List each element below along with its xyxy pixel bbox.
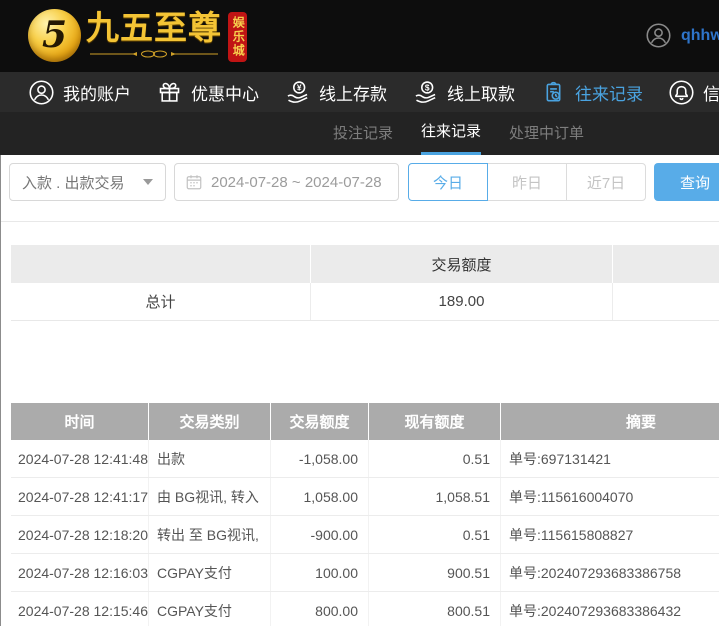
tab-transaction-records[interactable]: 往来记录	[421, 112, 481, 155]
logo-text: 九五至尊	[86, 7, 222, 59]
nav-label: 优惠中心	[191, 80, 259, 105]
cell-amount: -1,058.00	[271, 440, 369, 477]
summary-header-amount: 交易额度	[311, 245, 613, 283]
cell-balance: 0.51	[369, 440, 501, 477]
table-row: 2024-07-28 12:16:03 CGPAY支付 100.00 900.5…	[11, 554, 719, 592]
summary-total-row: 总计 189.00	[11, 283, 719, 321]
nav-item-my-account[interactable]: 我的账户	[28, 79, 131, 106]
top-header: 5 九五至尊 娱乐城 qhhw2	[0, 0, 719, 72]
cell-time: 2024-07-28 12:15:46	[11, 592, 149, 626]
col-type: 交易类别	[149, 403, 271, 440]
calendar-icon	[185, 173, 203, 191]
nav-item-deposit[interactable]: ¥ 线上存款	[284, 79, 387, 106]
cell-time: 2024-07-28 12:16:03	[11, 554, 149, 591]
summary-total-value: 189.00	[311, 283, 613, 320]
cell-type: 由 BG视讯, 转入	[149, 478, 271, 515]
col-amount: 交易额度	[271, 403, 369, 440]
user-account[interactable]: qhhw2	[645, 22, 719, 49]
cell-note: 单号:115615808827	[501, 516, 719, 553]
nav-label: 线上取款	[447, 80, 515, 105]
nav-item-promotions[interactable]: 优惠中心	[156, 79, 259, 106]
table-row: 2024-07-28 12:41:17 由 BG视讯, 转入 1,058.00 …	[11, 478, 719, 516]
cell-note: 单号:115616004070	[501, 478, 719, 515]
logo-coin-icon: 5	[28, 9, 81, 62]
transaction-type-value: 入款 . 出款交易	[22, 172, 125, 193]
user-avatar-icon	[645, 22, 672, 49]
page: 5 九五至尊 娱乐城 qhhw2	[0, 0, 719, 626]
cell-balance: 1,058.51	[369, 478, 501, 515]
cell-type: CGPAY支付	[149, 592, 271, 626]
gift-icon	[156, 79, 183, 106]
cell-time: 2024-07-28 12:18:20	[11, 516, 149, 553]
cell-type: 转出 至 BG视讯,	[149, 516, 271, 553]
main-nav: 我的账户 优惠中心 ¥ 线上存款 $	[0, 72, 719, 112]
cell-note: 单号:697131421	[501, 440, 719, 477]
nav-label: 往来记录	[575, 80, 643, 105]
cell-amount: -900.00	[271, 516, 369, 553]
cell-type: 出款	[149, 440, 271, 477]
cell-balance: 900.51	[369, 554, 501, 591]
table-header-row: 时间 交易类别 交易额度 现有额度 摘要	[11, 403, 719, 440]
content-area: 入款 . 出款交易 2024-07-28 ~ 2024-07-28 今日 昨日 …	[0, 155, 719, 626]
col-balance: 现有额度	[369, 403, 501, 440]
cell-time: 2024-07-28 12:41:17	[11, 478, 149, 515]
deposit-icon: ¥	[284, 79, 311, 106]
table-row: 2024-07-28 12:18:20 转出 至 BG视讯, -900.00 0…	[11, 516, 719, 554]
summary-header-row: 交易额度	[11, 245, 719, 283]
logo-badge: 娱乐城	[228, 12, 247, 62]
cell-amount: 100.00	[271, 554, 369, 591]
quick-range-group: 今日 昨日 近7日	[408, 163, 646, 201]
cell-note: 单号:202407293683386432	[501, 592, 719, 626]
withdraw-icon: $	[412, 79, 439, 106]
cell-type: CGPAY支付	[149, 554, 271, 591]
nav-item-transaction-records[interactable]: 往来记录	[540, 79, 643, 106]
nav-item-messages[interactable]: 信息中心	[668, 79, 719, 106]
summary-header-cell	[11, 245, 311, 283]
date-range-value: 2024-07-28 ~ 2024-07-28	[211, 174, 382, 191]
chevron-down-icon	[143, 179, 153, 185]
nav-item-withdraw[interactable]: $ 线上取款	[412, 79, 515, 106]
summary-header-cell	[613, 245, 719, 283]
summary-total-label: 总计	[11, 283, 311, 320]
cell-time: 2024-07-28 12:41:48	[11, 440, 149, 477]
col-time: 时间	[11, 403, 149, 440]
filter-bar: 入款 . 出款交易 2024-07-28 ~ 2024-07-28 今日 昨日 …	[1, 155, 719, 222]
tab-betting-records[interactable]: 投注记录	[333, 112, 393, 155]
bell-icon	[668, 79, 695, 106]
nav-label: 信息中心	[703, 80, 719, 105]
transactions-table: 时间 交易类别 交易额度 现有额度 摘要 2024-07-28 12:41:48…	[11, 403, 719, 626]
transaction-type-select[interactable]: 入款 . 出款交易	[9, 163, 166, 201]
logo-monogram: 5	[42, 17, 67, 53]
logo-flourish-icon	[88, 49, 220, 59]
nav-label: 我的账户	[63, 80, 131, 105]
nav-label: 线上存款	[319, 80, 387, 105]
sub-nav: 投注记录 往来记录 处理中订单	[0, 112, 719, 155]
yesterday-button[interactable]: 昨日	[487, 163, 567, 201]
username: qhhw2	[681, 27, 719, 45]
svg-text:$: $	[425, 82, 430, 92]
table-row: 2024-07-28 12:41:48 出款 -1,058.00 0.51 单号…	[11, 440, 719, 478]
tab-pending-orders[interactable]: 处理中订单	[509, 112, 584, 155]
cell-balance: 800.51	[369, 592, 501, 626]
svg-text:¥: ¥	[297, 82, 302, 92]
cell-balance: 0.51	[369, 516, 501, 553]
records-icon	[540, 79, 567, 106]
table-row: 2024-07-28 12:15:46 CGPAY支付 800.00 800.5…	[11, 592, 719, 626]
logo-title: 九五至尊	[86, 7, 222, 49]
last-7-days-button[interactable]: 近7日	[566, 163, 646, 201]
summary-empty-cell	[613, 283, 719, 320]
date-range-input[interactable]: 2024-07-28 ~ 2024-07-28	[174, 163, 399, 201]
search-button[interactable]: 查询	[654, 163, 719, 201]
cell-note: 单号:202407293683386758	[501, 554, 719, 591]
col-note: 摘要	[501, 403, 719, 440]
user-icon	[28, 79, 55, 106]
cell-amount: 1,058.00	[271, 478, 369, 515]
summary-table: 交易额度 总计 189.00	[11, 245, 719, 321]
cell-amount: 800.00	[271, 592, 369, 626]
site-logo[interactable]: 5 九五至尊 娱乐城	[28, 7, 247, 62]
today-button[interactable]: 今日	[408, 163, 488, 201]
